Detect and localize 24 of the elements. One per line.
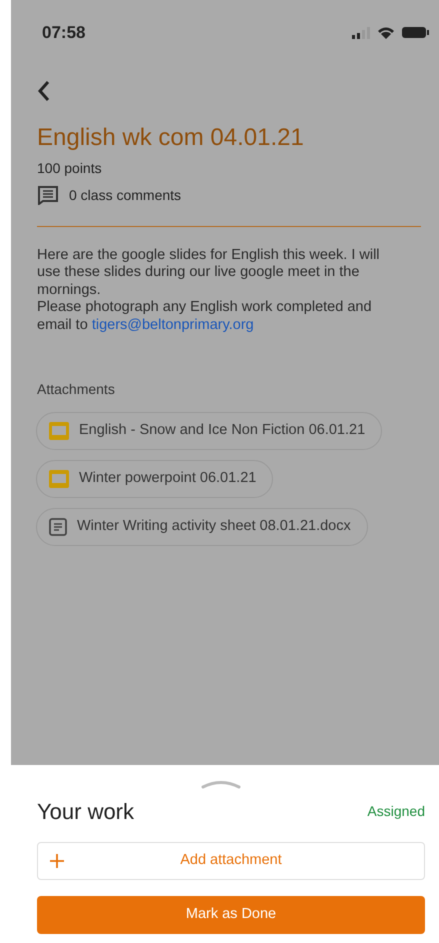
slides-icon (49, 422, 69, 440)
attachment-chip[interactable]: Winter powerpoint 06.01.21 (36, 460, 274, 498)
points-label: 100 points (37, 158, 103, 178)
work-status: Assigned (367, 802, 425, 821)
attachments-heading: Attachments (37, 380, 116, 399)
class-comments[interactable]: 0 class comments (69, 184, 182, 206)
add-attachment-button[interactable]: Add attachment (37, 842, 425, 880)
slides-icon (49, 470, 69, 488)
status-time: 07:58 (42, 22, 86, 44)
attachment-chip[interactable]: English - Snow and Ice Non Fiction 06.01.21 (36, 412, 382, 450)
sheet-handle-icon[interactable] (201, 779, 241, 789)
back-icon[interactable] (37, 80, 51, 102)
assignment-title: English wk com 04.01.21 (37, 122, 305, 152)
mark-done-button[interactable]: Mark as Done (37, 896, 425, 934)
battery-icon (402, 27, 429, 38)
document-icon (49, 518, 67, 536)
plus-icon (50, 854, 64, 868)
email-link[interactable]: tigers@beltonprimary.org (92, 316, 254, 332)
description-text: Here are the google slides for English this week. I will use these slides during our live google meet in the mornings. Please photograph any English work completed and email to tigers@beltonprimary.org (37, 246, 381, 334)
attachment-chip[interactable]: Winter Writing activity sheet 08.01.21.docx (36, 508, 368, 546)
your-work-title: Your work (37, 798, 134, 826)
signal-icon (352, 26, 370, 39)
comment-icon (37, 185, 59, 205)
wifi-icon (378, 26, 394, 39)
